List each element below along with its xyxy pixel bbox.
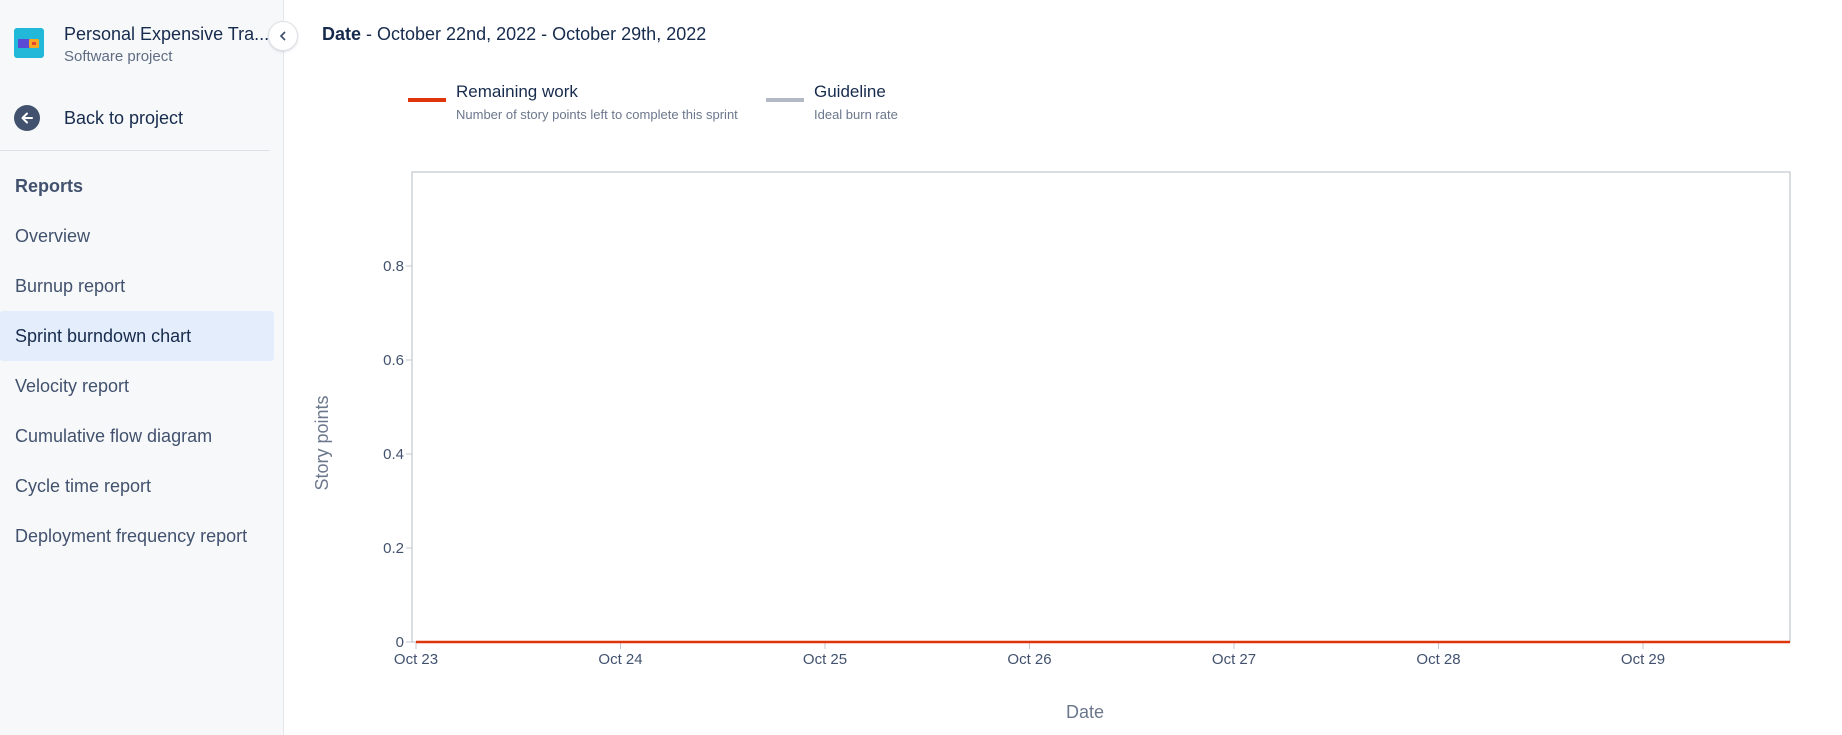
- sidebar-item-burnup-report[interactable]: Burnup report: [0, 261, 274, 311]
- project-cards-icon: [14, 28, 44, 58]
- x-tick-label: Oct 24: [598, 651, 642, 668]
- back-to-project-link[interactable]: Back to project: [14, 103, 264, 133]
- sidebar-item-deployment-frequency-report[interactable]: Deployment frequency report: [0, 511, 274, 561]
- x-tick-label: Oct 25: [803, 651, 847, 668]
- sidebar-item-velocity-report[interactable]: Velocity report: [0, 361, 274, 411]
- project-name: Personal Expensive Tra...: [64, 24, 269, 44]
- x-tick-label: Oct 29: [1621, 651, 1665, 668]
- project-type: Software project: [64, 48, 173, 65]
- app-root: Personal Expensive Tra... Software proje…: [0, 0, 1842, 735]
- plot-area-frame: [411, 171, 1791, 643]
- x-tick-label: Oct 28: [1416, 651, 1460, 668]
- sidebar-divider: [0, 150, 270, 151]
- collapse-sidebar-button[interactable]: [268, 21, 298, 51]
- burndown-chart: 0 0.2 0.4 0.6 0.8 Oct 23 Oct 24 Oct 25 Oct 26 Oct…: [312, 171, 1791, 722]
- x-tick-label: Oct 23: [394, 651, 438, 668]
- back-to-project-label: Back to project: [64, 108, 184, 128]
- reports-nav: Overview Burnup report Sprint burndown c…: [0, 211, 274, 561]
- sidebar-item-overview[interactable]: Overview: [0, 211, 274, 261]
- x-tick-label: Oct 26: [1007, 651, 1051, 668]
- y-axis-label: Story points: [312, 395, 332, 490]
- y-tick-label: 0: [396, 634, 404, 651]
- chevron-left-icon: [280, 31, 286, 41]
- sidebar-item-cycle-time-report[interactable]: Cycle time report: [0, 461, 274, 511]
- y-tick-label: 0.2: [383, 540, 404, 557]
- sidebar-item-sprint-burndown-chart[interactable]: Sprint burndown chart: [0, 311, 274, 361]
- y-tick-label: 0.6: [383, 352, 404, 369]
- x-axis-label: Date: [1066, 702, 1104, 722]
- project-header[interactable]: Personal Expensive Tra... Software proje…: [14, 22, 269, 66]
- x-tick-label: Oct 27: [1212, 651, 1256, 668]
- y-tick-label: 0.4: [383, 446, 404, 463]
- reports-heading: Reports: [15, 176, 84, 196]
- sidebar-item-cumulative-flow-diagram[interactable]: Cumulative flow diagram: [0, 411, 274, 461]
- main-content: Date - October 22nd, 2022 - October 29th…: [284, 0, 1842, 735]
- y-tick-label: 0.8: [383, 258, 404, 275]
- arrow-left-circle-icon: [14, 105, 40, 131]
- sidebar: Personal Expensive Tra... Software proje…: [0, 0, 284, 735]
